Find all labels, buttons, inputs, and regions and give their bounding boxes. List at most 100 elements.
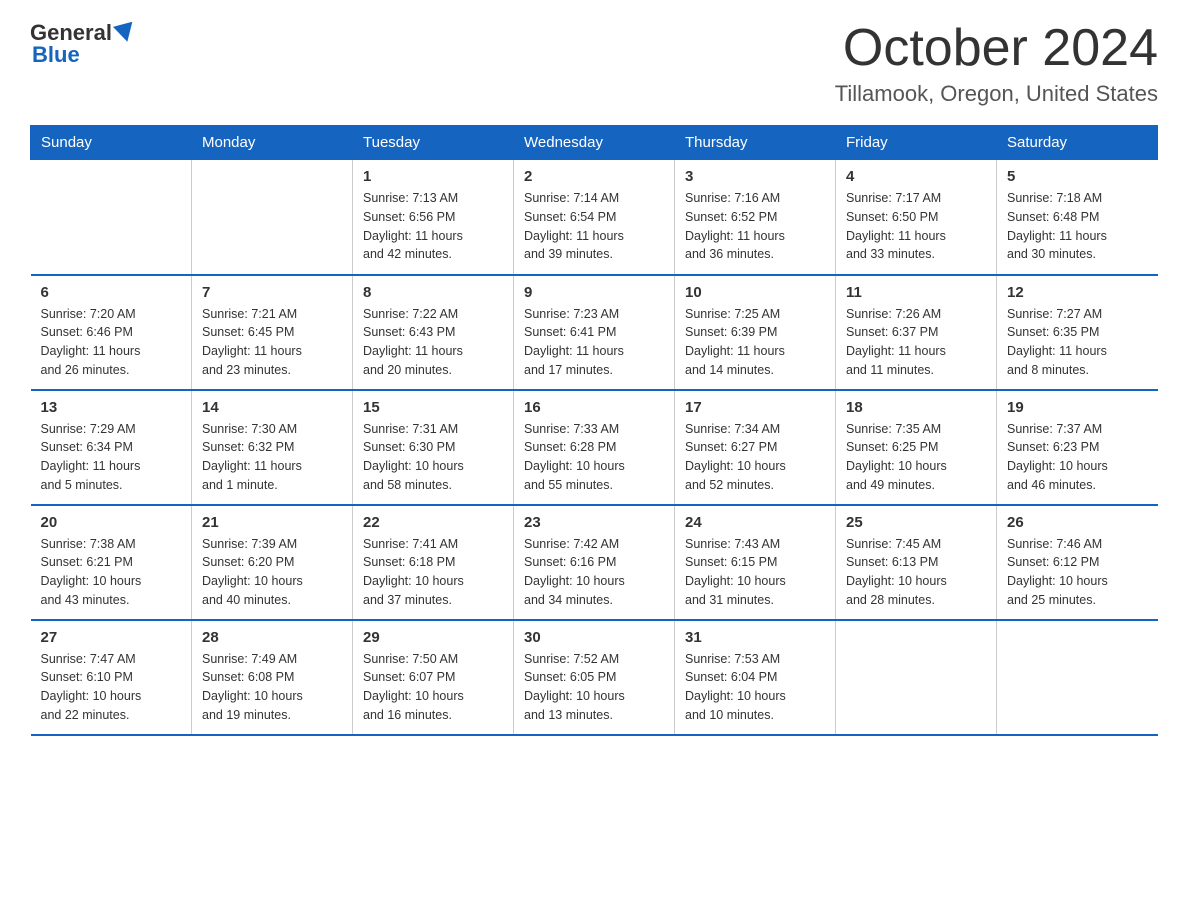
day-number: 3 [685, 168, 825, 185]
weekday-header-wednesday: Wednesday [514, 126, 675, 160]
day-info: Sunrise: 7:20 AM Sunset: 6:46 PM Dayligh… [41, 305, 182, 380]
day-info: Sunrise: 7:46 AM Sunset: 6:12 PM Dayligh… [1007, 535, 1148, 610]
day-info: Sunrise: 7:22 AM Sunset: 6:43 PM Dayligh… [363, 305, 503, 380]
calendar-cell: 16 Sunrise: 7:33 AM Sunset: 6:28 PM Dayli… [514, 390, 675, 505]
calendar-header: SundayMondayTuesdayWednesdayThursdayFrid… [31, 126, 1158, 160]
day-number: 30 [524, 629, 664, 646]
day-info: Sunrise: 7:33 AM Sunset: 6:28 PM Dayligh… [524, 420, 664, 495]
day-number: 4 [846, 168, 986, 185]
day-number: 26 [1007, 514, 1148, 531]
calendar-cell: 30 Sunrise: 7:52 AM Sunset: 6:05 PM Dayli… [514, 620, 675, 735]
day-number: 9 [524, 284, 664, 301]
calendar-cell: 2 Sunrise: 7:14 AM Sunset: 6:54 PM Daylig… [514, 160, 675, 275]
calendar-cell: 17 Sunrise: 7:34 AM Sunset: 6:27 PM Dayli… [675, 390, 836, 505]
calendar-week-1: 1Sunrise: 7:13 AM Sunset: 6:56 PM Daylig… [31, 160, 1158, 275]
day-number: 6 [41, 284, 182, 301]
logo-triangle-icon [113, 22, 137, 45]
calendar-cell: 25Sunrise: 7:45 AM Sunset: 6:13 PM Dayli… [836, 505, 997, 620]
weekday-header-sunday: Sunday [31, 126, 192, 160]
day-info: Sunrise: 7:23 AM Sunset: 6:41 PM Dayligh… [524, 305, 664, 380]
calendar-cell: 22Sunrise: 7:41 AM Sunset: 6:18 PM Dayli… [353, 505, 514, 620]
calendar-cell: 26 Sunrise: 7:46 AM Sunset: 6:12 PM Dayli… [997, 505, 1158, 620]
day-info: Sunrise: 7:43 AM Sunset: 6:15 PM Dayligh… [685, 535, 825, 610]
day-number: 20 [41, 514, 182, 531]
day-number: 18 [846, 399, 986, 416]
calendar-cell: 5 Sunrise: 7:18 AM Sunset: 6:48 PM Daylig… [997, 160, 1158, 275]
calendar-cell: 8Sunrise: 7:22 AM Sunset: 6:43 PM Daylig… [353, 275, 514, 390]
calendar-cell [31, 160, 192, 275]
day-number: 29 [363, 629, 503, 646]
day-number: 12 [1007, 284, 1148, 301]
calendar-cell: 3 Sunrise: 7:16 AM Sunset: 6:52 PM Daylig… [675, 160, 836, 275]
day-info: Sunrise: 7:37 AM Sunset: 6:23 PM Dayligh… [1007, 420, 1148, 495]
day-number: 2 [524, 168, 664, 185]
day-info: Sunrise: 7:39 AM Sunset: 6:20 PM Dayligh… [202, 535, 342, 610]
weekday-header-tuesday: Tuesday [353, 126, 514, 160]
calendar-cell [997, 620, 1158, 735]
day-info: Sunrise: 7:42 AM Sunset: 6:16 PM Dayligh… [524, 535, 664, 610]
day-number: 10 [685, 284, 825, 301]
day-number: 22 [363, 514, 503, 531]
calendar-cell: 13Sunrise: 7:29 AM Sunset: 6:34 PM Dayli… [31, 390, 192, 505]
calendar-cell: 14Sunrise: 7:30 AM Sunset: 6:32 PM Dayli… [192, 390, 353, 505]
day-info: Sunrise: 7:35 AM Sunset: 6:25 PM Dayligh… [846, 420, 986, 495]
month-title: October 2024 [835, 20, 1158, 77]
calendar-cell: 29Sunrise: 7:50 AM Sunset: 6:07 PM Dayli… [353, 620, 514, 735]
calendar-cell: 6 Sunrise: 7:20 AM Sunset: 6:46 PM Daylig… [31, 275, 192, 390]
day-number: 31 [685, 629, 825, 646]
day-info: Sunrise: 7:18 AM Sunset: 6:48 PM Dayligh… [1007, 189, 1148, 264]
calendar-cell: 19 Sunrise: 7:37 AM Sunset: 6:23 PM Dayli… [997, 390, 1158, 505]
day-info: Sunrise: 7:47 AM Sunset: 6:10 PM Dayligh… [41, 650, 182, 725]
calendar-cell: 12 Sunrise: 7:27 AM Sunset: 6:35 PM Dayli… [997, 275, 1158, 390]
day-info: Sunrise: 7:21 AM Sunset: 6:45 PM Dayligh… [202, 305, 342, 380]
calendar-body: 1Sunrise: 7:13 AM Sunset: 6:56 PM Daylig… [31, 160, 1158, 735]
day-number: 16 [524, 399, 664, 416]
calendar-cell: 15Sunrise: 7:31 AM Sunset: 6:30 PM Dayli… [353, 390, 514, 505]
calendar-cell: 24Sunrise: 7:43 AM Sunset: 6:15 PM Dayli… [675, 505, 836, 620]
calendar-cell: 27 Sunrise: 7:47 AM Sunset: 6:10 PM Dayli… [31, 620, 192, 735]
calendar-week-5: 27 Sunrise: 7:47 AM Sunset: 6:10 PM Dayli… [31, 620, 1158, 735]
day-info: Sunrise: 7:17 AM Sunset: 6:50 PM Dayligh… [846, 189, 986, 264]
day-info: Sunrise: 7:16 AM Sunset: 6:52 PM Dayligh… [685, 189, 825, 264]
day-number: 21 [202, 514, 342, 531]
weekday-header-monday: Monday [192, 126, 353, 160]
day-number: 27 [41, 629, 182, 646]
calendar-cell: 28 Sunrise: 7:49 AM Sunset: 6:08 PM Dayli… [192, 620, 353, 735]
calendar-cell: 4 Sunrise: 7:17 AM Sunset: 6:50 PM Daylig… [836, 160, 997, 275]
day-number: 13 [41, 399, 182, 416]
day-info: Sunrise: 7:49 AM Sunset: 6:08 PM Dayligh… [202, 650, 342, 725]
title-block: October 2024 Tillamook, Oregon, United S… [835, 20, 1158, 107]
calendar-cell: 7 Sunrise: 7:21 AM Sunset: 6:45 PM Daylig… [192, 275, 353, 390]
calendar-cell: 10Sunrise: 7:25 AM Sunset: 6:39 PM Dayli… [675, 275, 836, 390]
day-number: 5 [1007, 168, 1148, 185]
calendar-week-3: 13Sunrise: 7:29 AM Sunset: 6:34 PM Dayli… [31, 390, 1158, 505]
day-number: 28 [202, 629, 342, 646]
calendar-week-2: 6 Sunrise: 7:20 AM Sunset: 6:46 PM Daylig… [31, 275, 1158, 390]
calendar-cell: 1Sunrise: 7:13 AM Sunset: 6:56 PM Daylig… [353, 160, 514, 275]
day-info: Sunrise: 7:34 AM Sunset: 6:27 PM Dayligh… [685, 420, 825, 495]
logo: General Blue [30, 20, 135, 68]
page-header: General Blue October 2024 Tillamook, Ore… [30, 20, 1158, 107]
weekday-header-thursday: Thursday [675, 126, 836, 160]
day-number: 11 [846, 284, 986, 301]
calendar-week-4: 20Sunrise: 7:38 AM Sunset: 6:21 PM Dayli… [31, 505, 1158, 620]
day-number: 1 [363, 168, 503, 185]
day-number: 19 [1007, 399, 1148, 416]
calendar-cell: 20Sunrise: 7:38 AM Sunset: 6:21 PM Dayli… [31, 505, 192, 620]
day-number: 17 [685, 399, 825, 416]
day-number: 7 [202, 284, 342, 301]
day-info: Sunrise: 7:26 AM Sunset: 6:37 PM Dayligh… [846, 305, 986, 380]
calendar-cell: 9 Sunrise: 7:23 AM Sunset: 6:41 PM Daylig… [514, 275, 675, 390]
day-info: Sunrise: 7:27 AM Sunset: 6:35 PM Dayligh… [1007, 305, 1148, 380]
day-number: 15 [363, 399, 503, 416]
calendar-cell [192, 160, 353, 275]
day-info: Sunrise: 7:52 AM Sunset: 6:05 PM Dayligh… [524, 650, 664, 725]
calendar-cell: 18 Sunrise: 7:35 AM Sunset: 6:25 PM Dayli… [836, 390, 997, 505]
day-info: Sunrise: 7:14 AM Sunset: 6:54 PM Dayligh… [524, 189, 664, 264]
weekday-header-friday: Friday [836, 126, 997, 160]
calendar-table: SundayMondayTuesdayWednesdayThursdayFrid… [30, 125, 1158, 736]
day-number: 25 [846, 514, 986, 531]
calendar-cell [836, 620, 997, 735]
calendar-cell: 23Sunrise: 7:42 AM Sunset: 6:16 PM Dayli… [514, 505, 675, 620]
calendar-cell: 11 Sunrise: 7:26 AM Sunset: 6:37 PM Dayli… [836, 275, 997, 390]
